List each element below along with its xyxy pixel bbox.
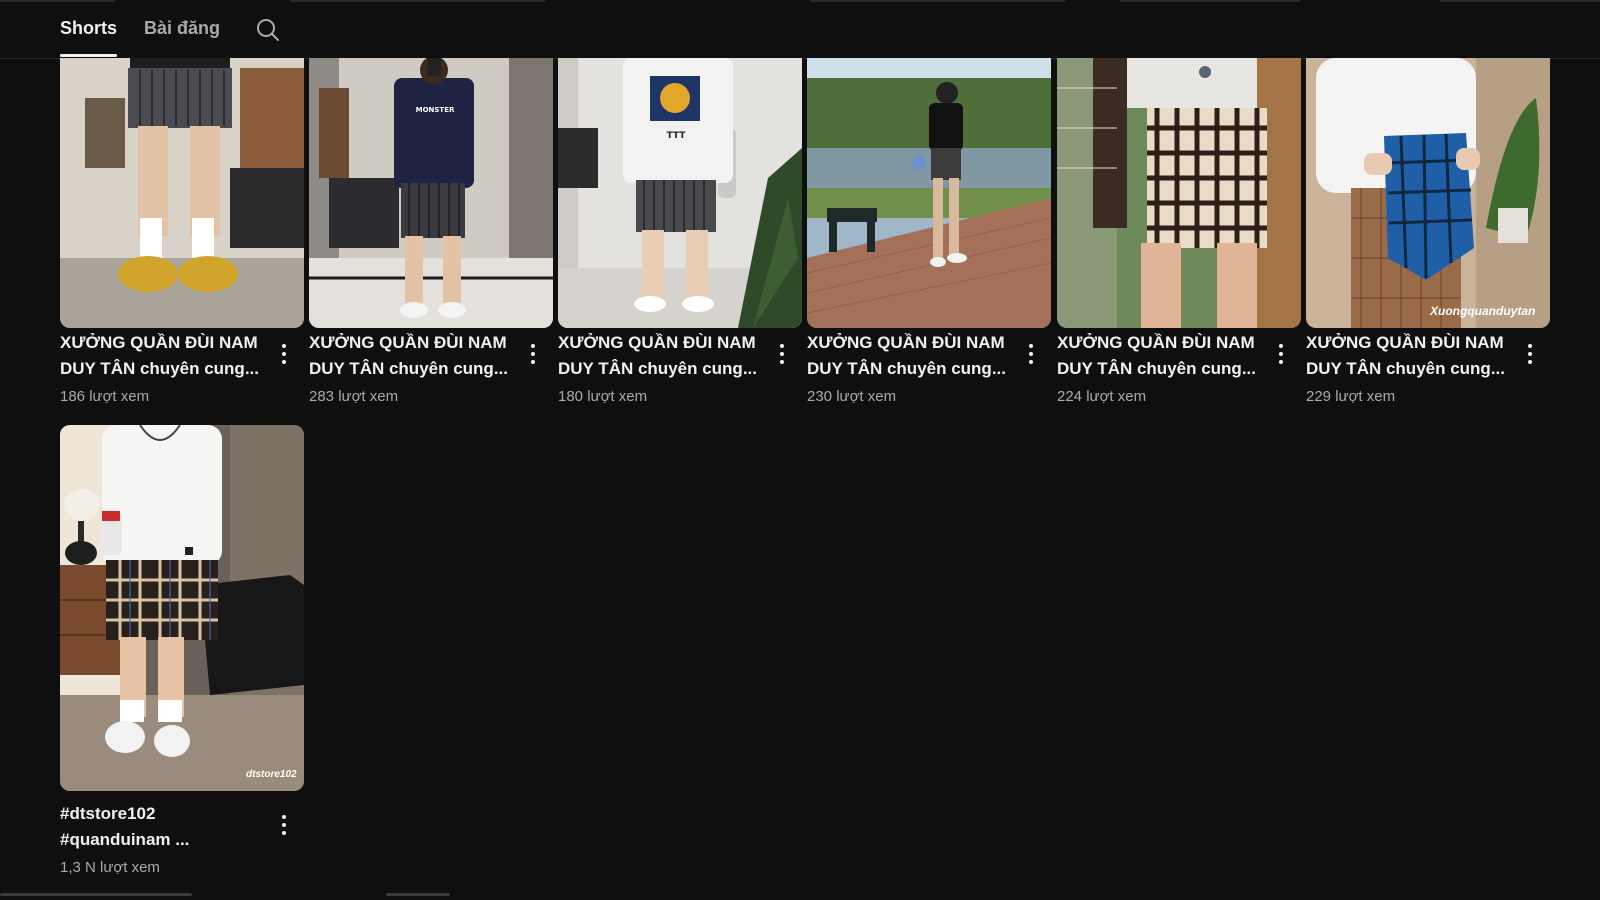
top-divider-lines bbox=[0, 0, 1600, 2]
kebab-dot bbox=[1279, 344, 1283, 348]
short-thumbnail[interactable]: TTT bbox=[558, 58, 802, 328]
more-options-button[interactable] bbox=[521, 340, 545, 368]
short-thumbnail[interactable]: Xuongquanduytan bbox=[1306, 58, 1550, 328]
short-title-line1[interactable]: XƯỞNG QUẦN ĐÙI NAM bbox=[807, 330, 1017, 356]
kebab-dot bbox=[1029, 360, 1033, 364]
short-title-line2[interactable]: DUY TÂN chuyên cung... bbox=[1057, 356, 1267, 382]
more-options-button[interactable] bbox=[1019, 340, 1043, 368]
kebab-dot bbox=[1279, 360, 1283, 364]
short-title-line2[interactable]: #quanduinam ... bbox=[60, 827, 270, 853]
view-count: 224 lượt xem bbox=[1057, 388, 1147, 405]
kebab-dot bbox=[780, 360, 784, 364]
view-count: 283 lượt xem bbox=[309, 388, 399, 405]
short-title-line2[interactable]: DUY TÂN chuyên cung... bbox=[558, 356, 768, 382]
thumbnail-image bbox=[1306, 58, 1550, 328]
view-count: 229 lượt xem bbox=[1306, 388, 1396, 405]
kebab-dot bbox=[780, 352, 784, 356]
thumbnail-watermark: dtstore102 bbox=[246, 769, 297, 780]
kebab-dot bbox=[780, 344, 784, 348]
bottom-divider bbox=[386, 893, 450, 896]
kebab-dot bbox=[282, 344, 286, 348]
short-title-line1[interactable]: XƯỞNG QUẦN ĐÙI NAM bbox=[1306, 330, 1516, 356]
thumbnail-image bbox=[807, 58, 1051, 328]
kebab-dot bbox=[282, 352, 286, 356]
short-title-line1[interactable]: XƯỞNG QUẦN ĐÙI NAM bbox=[558, 330, 768, 356]
more-options-button[interactable] bbox=[1269, 340, 1293, 368]
kebab-dot bbox=[1279, 352, 1283, 356]
search-button[interactable] bbox=[255, 17, 281, 43]
bottom-divider bbox=[0, 893, 192, 896]
thumbnail-image: TTT bbox=[558, 58, 802, 328]
channel-tab-bar: Shorts Bài đăng bbox=[0, 0, 1600, 59]
kebab-dot bbox=[282, 360, 286, 364]
short-title-line1[interactable]: #dtstore102 bbox=[60, 801, 270, 827]
view-count: 186 lượt xem bbox=[60, 388, 150, 405]
kebab-dot bbox=[531, 344, 535, 348]
kebab-dot bbox=[1528, 352, 1532, 356]
svg-text:TTT: TTT bbox=[667, 131, 687, 141]
kebab-dot bbox=[1528, 344, 1532, 348]
thumbnail-image: MONSTER bbox=[309, 58, 553, 328]
kebab-dot bbox=[1029, 344, 1033, 348]
more-options-button[interactable] bbox=[272, 340, 296, 368]
kebab-dot bbox=[282, 815, 286, 819]
short-title-line2[interactable]: DUY TÂN chuyên cung... bbox=[309, 356, 519, 382]
short-thumbnail[interactable] bbox=[1057, 58, 1301, 328]
view-count: 230 lượt xem bbox=[807, 388, 897, 405]
short-title-line1[interactable]: XƯỞNG QUẦN ĐÙI NAM bbox=[309, 330, 519, 356]
short-title-line2[interactable]: DUY TÂN chuyên cung... bbox=[807, 356, 1017, 382]
thumbnail-image bbox=[1057, 58, 1301, 328]
shirt-print-text: MONSTER bbox=[416, 106, 455, 114]
thumbnail-image bbox=[60, 58, 304, 328]
short-thumbnail[interactable]: dtstore102 bbox=[60, 425, 304, 791]
kebab-dot bbox=[282, 831, 286, 835]
short-title-line2[interactable]: DUY TÂN chuyên cung... bbox=[1306, 356, 1516, 382]
view-count: 1,3 N lượt xem bbox=[60, 859, 160, 876]
kebab-dot bbox=[1528, 360, 1532, 364]
thumbnail-watermark: Xuongquanduytan bbox=[1430, 304, 1536, 318]
short-thumbnail[interactable]: MONSTER bbox=[309, 58, 553, 328]
short-thumbnail[interactable] bbox=[807, 58, 1051, 328]
short-title-line1[interactable]: XƯỞNG QUẦN ĐÙI NAM bbox=[60, 330, 270, 356]
more-options-button[interactable] bbox=[272, 811, 296, 839]
kebab-dot bbox=[531, 352, 535, 356]
thumbnail-image bbox=[60, 425, 304, 791]
kebab-dot bbox=[1029, 352, 1033, 356]
tab-shorts[interactable]: Shorts bbox=[60, 18, 118, 57]
more-options-button[interactable] bbox=[770, 340, 794, 368]
more-options-button[interactable] bbox=[1518, 340, 1542, 368]
short-thumbnail[interactable] bbox=[60, 58, 304, 328]
kebab-dot bbox=[282, 823, 286, 827]
view-count: 180 lượt xem bbox=[558, 388, 648, 405]
short-title-line2[interactable]: DUY TÂN chuyên cung... bbox=[60, 356, 270, 382]
tab-posts[interactable]: Bài đăng bbox=[144, 18, 220, 56]
kebab-dot bbox=[531, 360, 535, 364]
short-title-line1[interactable]: XƯỞNG QUẦN ĐÙI NAM bbox=[1057, 330, 1267, 356]
search-icon bbox=[257, 19, 279, 41]
